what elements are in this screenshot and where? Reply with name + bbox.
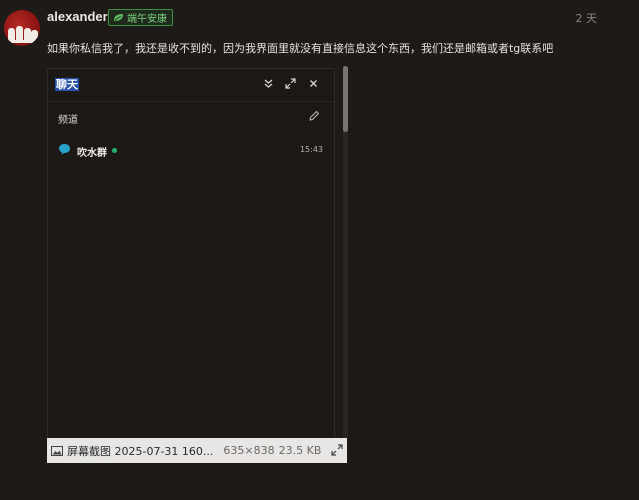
image-filesize: 23.5 KB (278, 444, 322, 457)
expand-icon (284, 78, 297, 91)
pencil-icon (309, 110, 320, 121)
screenshot-scrollbar[interactable] (343, 66, 348, 438)
chat-title: 聊天 (55, 78, 79, 91)
online-status-dot (112, 148, 117, 153)
image-caption-bar[interactable]: 屏幕截图 2025-07-31 160... 635×838 23.5 KB (47, 438, 347, 463)
channels-section: 频道 (48, 102, 334, 132)
badge-label: 端午安康 (127, 14, 167, 25)
close-icon (307, 78, 320, 91)
collapse-icon (262, 78, 275, 91)
channel-name: 吹水群 (77, 148, 107, 159)
user-flair-badge[interactable]: 端午安康 (108, 9, 173, 26)
chat-header: 聊天 (48, 69, 334, 102)
avatar[interactable] (4, 10, 40, 46)
chat-bubble-icon (59, 144, 70, 155)
attached-screenshot[interactable]: 聊天 频道 吹水群 15:43 (47, 68, 335, 440)
forum-post: alexander 端午安康 2 天 如果你私信我了，我还是收不到的，因为我界面… (0, 0, 639, 500)
channel-item: 吹水群 15:43 (48, 139, 334, 161)
expand-image-icon[interactable] (331, 444, 343, 456)
leaf-icon (114, 14, 123, 21)
channels-label: 频道 (58, 115, 78, 126)
username[interactable]: alexander (47, 9, 108, 24)
scrollbar-thumb[interactable] (343, 66, 348, 132)
image-filename: 屏幕截图 2025-07-31 160... (67, 444, 214, 458)
channel-time: 15:43 (299, 145, 323, 154)
image-dimensions: 635×838 (223, 444, 275, 457)
post-timestamp[interactable]: 2 天 (576, 10, 598, 26)
post-body: 如果你私信我了，我还是收不到的，因为我界面里就没有直接信息这个东西，我们还是邮箱… (47, 42, 554, 55)
image-icon (51, 445, 63, 456)
